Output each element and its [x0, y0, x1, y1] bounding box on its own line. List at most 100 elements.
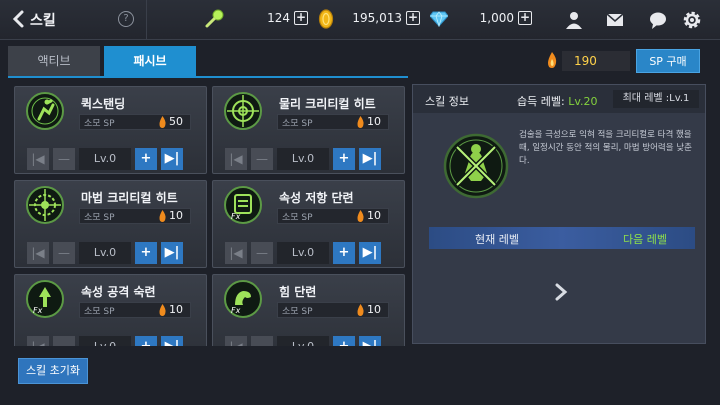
cost-label: 소모 SP — [282, 213, 313, 223]
sp-cost: 소모 SP 10 — [277, 114, 389, 130]
max-level-button[interactable]: ▶| — [161, 148, 183, 170]
sp-cost: 소모 SP 10 — [277, 302, 389, 318]
mail-icon[interactable] — [605, 10, 625, 30]
gold-count: 195,013 — [352, 11, 402, 25]
cost-label: 소모 SP — [282, 307, 313, 317]
flame-icon — [159, 116, 166, 128]
add-gems-button[interactable]: + — [518, 11, 532, 25]
skill-name: 속성 저항 단련 — [279, 191, 354, 205]
current-level-label: 현재 레벨 — [475, 233, 519, 246]
tab-passive-skills[interactable]: 패시브 — [104, 46, 196, 76]
tab-active-skills[interactable]: 액티브 — [8, 46, 100, 76]
level-value: Lv.0 — [277, 242, 329, 264]
cost-value: 10 — [367, 303, 381, 316]
quick-standing-icon — [25, 91, 65, 131]
element-attack-icon: Fx — [25, 279, 65, 319]
max-level-button[interactable]: ▶| — [359, 148, 381, 170]
strength-icon: Fx — [223, 279, 263, 319]
skill-list[interactable]: 퀵스탠딩 소모 SP 50 |◀ — Lv.0 + ▶| 물리 크리티컬 히트 … — [14, 84, 406, 346]
svg-text:Fx: Fx — [231, 212, 241, 221]
gold-coin-icon — [318, 9, 334, 29]
friends-icon[interactable] — [564, 10, 584, 30]
first-level-button[interactable]: |◀ — [27, 336, 49, 346]
divider — [146, 0, 147, 40]
next-level-label: 다음 레벨 — [623, 233, 667, 246]
cost-value: 50 — [169, 115, 183, 128]
decrease-level-button[interactable]: — — [53, 336, 75, 346]
cost-label: 소모 SP — [84, 307, 115, 317]
increase-level-button[interactable]: + — [333, 242, 355, 264]
skill-card-quick-standing[interactable]: 퀵스탠딩 소모 SP 50 |◀ — Lv.0 + ▶| — [14, 86, 207, 174]
cost-label: 소모 SP — [84, 213, 115, 223]
cost-value: 10 — [367, 115, 381, 128]
tab-underline — [8, 76, 408, 78]
increase-level-button[interactable]: + — [135, 148, 157, 170]
max-level-button[interactable]: ▶| — [359, 242, 381, 264]
cost-value: 10 — [169, 303, 183, 316]
skill-name: 마법 크리티컬 히트 — [81, 191, 178, 205]
decrease-level-button[interactable]: — — [251, 242, 273, 264]
cost-value: 10 — [169, 209, 183, 222]
sp-amount: 190 — [562, 51, 630, 71]
key-count: 124 — [267, 11, 290, 25]
max-level-button[interactable]: ▶| — [359, 336, 381, 346]
decrease-level-button[interactable]: — — [251, 336, 273, 346]
increase-level-button[interactable]: + — [333, 148, 355, 170]
cost-value: 10 — [367, 209, 381, 222]
max-level-button[interactable]: ▶| — [161, 336, 183, 346]
svg-text:Fx: Fx — [231, 306, 241, 315]
max-level-button[interactable]: ▶| — [161, 242, 183, 264]
level-value: Lv.0 — [277, 148, 329, 170]
flame-icon — [159, 304, 166, 316]
first-level-button[interactable]: |◀ — [225, 336, 247, 346]
skill-card-physical-critical[interactable]: 물리 크리티컬 히트 소모 SP 10 |◀ — Lv.0 + ▶| — [212, 86, 405, 174]
level-value: Lv.0 — [79, 148, 131, 170]
decrease-level-button[interactable]: — — [53, 242, 75, 264]
reset-skills-button[interactable]: 스킬 초기화 — [18, 358, 88, 384]
gem-count: 1,000 — [479, 11, 514, 25]
increase-level-button[interactable]: + — [135, 336, 157, 346]
level-value: Lv.0 — [79, 336, 131, 346]
first-level-button[interactable]: |◀ — [225, 242, 247, 264]
add-gold-button[interactable]: + — [406, 11, 420, 25]
selected-skill-icon — [443, 133, 509, 199]
settings-gear-icon[interactable] — [682, 10, 702, 30]
add-keys-button[interactable]: + — [294, 11, 308, 25]
first-level-button[interactable]: |◀ — [27, 148, 49, 170]
skill-description: 검술을 극성으로 익혀 적을 크리티컬로 타격 했을 때, 일정시간 동안 적의… — [519, 130, 692, 166]
skill-card-element-resist[interactable]: Fx 속성 저항 단련 소모 SP 10 |◀ — Lv.0 + ▶| — [212, 180, 405, 268]
crosshair-icon — [223, 91, 263, 131]
back-arrow-icon[interactable] — [8, 8, 30, 30]
sp-cost: 소모 SP 10 — [79, 302, 191, 318]
increase-level-button[interactable]: + — [135, 242, 157, 264]
level-compare-bar: 현재 레벨 다음 레벨 — [429, 227, 695, 249]
skill-name: 물리 크리티컬 히트 — [279, 97, 376, 111]
first-level-button[interactable]: |◀ — [27, 242, 49, 264]
increase-level-button[interactable]: + — [333, 336, 355, 346]
element-resist-icon: Fx — [223, 185, 263, 225]
chevron-right-icon[interactable] — [553, 283, 569, 301]
sp-cost: 소모 SP 50 — [79, 114, 191, 130]
flame-icon — [357, 116, 364, 128]
info-header: 스킬 정보 습득 레벨: Lv.20 최대 레벨 :Lv.1 — [413, 85, 705, 113]
decrease-level-button[interactable]: — — [251, 148, 273, 170]
first-level-button[interactable]: |◀ — [225, 148, 247, 170]
skill-card-strength[interactable]: Fx 힘 단련 소모 SP 10 |◀ — Lv.0 + ▶| — [212, 274, 405, 346]
sp-buy-button[interactable]: SP 구매 — [636, 49, 700, 73]
chat-icon[interactable] — [648, 10, 668, 30]
help-icon[interactable]: ? — [118, 11, 134, 27]
skill-card-magic-critical[interactable]: 마법 크리티컬 히트 소모 SP 10 |◀ — Lv.0 + ▶| — [14, 180, 207, 268]
decrease-level-button[interactable]: — — [53, 148, 75, 170]
learn-level-value: Lv.20 — [568, 95, 598, 108]
info-title: 스킬 정보 — [425, 95, 469, 108]
magic-crosshair-icon — [25, 185, 65, 225]
gem-icon — [429, 11, 449, 28]
skill-info-panel: 스킬 정보 습득 레벨: Lv.20 최대 레벨 :Lv.1 검술을 극성으로 … — [412, 84, 706, 344]
top-bar: 스킬 ? 124 + 195,013 + 1,000 + — [0, 0, 720, 40]
skill-name: 힘 단련 — [279, 285, 317, 299]
learn-level-label: 습득 레벨: — [517, 95, 569, 108]
sp-flame-icon — [545, 51, 559, 69]
sp-cost: 소모 SP 10 — [79, 208, 191, 224]
page-title: 스킬 — [30, 13, 56, 29]
skill-card-element-attack[interactable]: Fx 속성 공격 숙련 소모 SP 10 |◀ — Lv.0 + ▶| — [14, 274, 207, 346]
